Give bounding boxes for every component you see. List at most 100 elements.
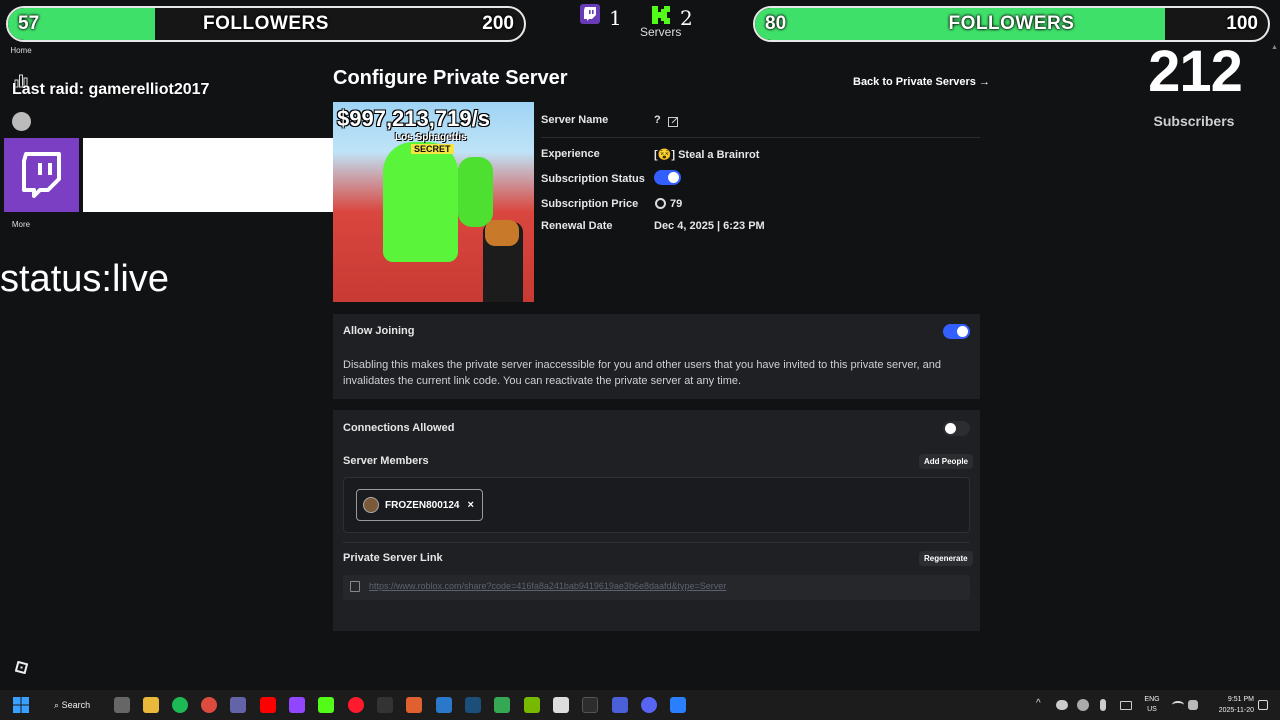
followers-goal: 100: [1226, 13, 1258, 34]
private-server-link-text[interactable]: https://www.roblox.com/share?code=416fa8…: [369, 581, 726, 591]
followers-goal-left: FOLLOWERS 57 200: [6, 6, 526, 42]
app-icon[interactable]: [377, 697, 393, 713]
followers-label: FOLLOWERS: [948, 13, 1075, 34]
brainrot-figure: [383, 142, 458, 262]
drive-icon[interactable]: [494, 697, 510, 713]
editor-icon[interactable]: [436, 697, 452, 713]
followers-current: 57: [18, 13, 40, 34]
subscription-price-value: 79: [670, 198, 683, 210]
subscription-status-toggle[interactable]: [654, 170, 681, 185]
member-chip: FROZEN800124 ×: [356, 489, 483, 521]
experience-label: Experience: [541, 148, 600, 160]
sidebar-item-home[interactable]: Home: [0, 46, 42, 55]
network-icon[interactable]: [1188, 700, 1198, 710]
experience-value[interactable]: [😵] Steal a Brainrot: [654, 148, 759, 161]
subscription-price-label: Subscription Price: [541, 198, 639, 210]
subscribers-label: Subscribers: [1153, 113, 1235, 129]
divider: [541, 137, 980, 138]
spotify-icon[interactable]: [172, 697, 188, 713]
experience-thumbnail[interactable]: $997,213,719/s Los Sphagettis SECRET: [333, 102, 534, 302]
allow-joining-description: Disabling this makes the private server …: [343, 359, 941, 387]
connections-allowed-toggle[interactable]: [943, 421, 970, 436]
steam-icon[interactable]: [465, 697, 481, 713]
onedrive-icon[interactable]: [1056, 700, 1068, 710]
notification-icon[interactable]: [1258, 700, 1268, 710]
windows-start-icon[interactable]: [13, 697, 29, 713]
add-people-button[interactable]: Add People: [919, 454, 974, 469]
server-name-label: Server Name: [541, 114, 609, 126]
last-raid-text: Last raid: gamerelliot2017: [12, 81, 210, 98]
task-view-icon[interactable]: [114, 697, 130, 713]
scroll-up-arrow[interactable]: ▲: [1271, 44, 1278, 51]
terminal-icon[interactable]: [582, 697, 598, 713]
roblox-studio-icon[interactable]: [670, 697, 686, 713]
edit-icon[interactable]: [668, 114, 679, 127]
back-to-private-servers-link[interactable]: Back to Private Servers →: [853, 76, 990, 88]
tray-chevron-icon[interactable]: ^: [1036, 698, 1041, 709]
divider: [343, 542, 970, 543]
file-explorer-icon[interactable]: [143, 697, 159, 713]
server-name-value: ?: [654, 114, 661, 126]
opera-icon[interactable]: [348, 697, 364, 713]
twitch-taskbar-icon[interactable]: [289, 697, 305, 713]
renewal-date-label: Renewal Date: [541, 220, 613, 232]
player-head: [485, 220, 519, 246]
clock-date: 2025-11-20: [1218, 707, 1254, 714]
avatar-icon[interactable]: [12, 112, 31, 131]
members-list: FROZEN800124 ×: [343, 477, 970, 533]
sidebar-more-label: More: [11, 220, 31, 229]
thumbnail-rarity-text: SECRET: [411, 144, 454, 154]
vpn-icon[interactable]: [612, 697, 628, 713]
roblox-icon[interactable]: [14, 660, 29, 675]
clock[interactable]: 9:51 PM 2025-11-20: [1204, 694, 1254, 716]
language-indicator[interactable]: ENG US: [1142, 695, 1162, 715]
twitch-small-icon: [580, 4, 600, 24]
followers-goal: 200: [482, 13, 514, 34]
member-name: FROZEN800124: [385, 499, 460, 511]
youtube-icon[interactable]: [260, 697, 276, 713]
private-server-link-label: Private Server Link: [343, 552, 443, 564]
subscription-status-label: Subscription Status: [541, 173, 645, 185]
server-members-label: Server Members: [343, 455, 429, 467]
followers-goal-right: FOLLOWERS 80 100: [753, 6, 1270, 42]
wifi-icon[interactable]: [1172, 701, 1184, 709]
sidebar-item-more[interactable]: More: [0, 220, 42, 229]
search-icon: ⌕: [54, 700, 60, 710]
language-bottom: US: [1147, 706, 1157, 713]
allow-joining-label: Allow Joining: [343, 325, 415, 337]
remove-member-icon[interactable]: ×: [467, 499, 473, 511]
chat-overlay-box: [83, 138, 353, 212]
copy-icon[interactable]: [350, 581, 360, 592]
kick-count: 2: [680, 6, 693, 30]
nvidia-icon[interactable]: [524, 697, 540, 713]
twitch-logo: [4, 138, 79, 212]
regenerate-button[interactable]: Regenerate: [919, 551, 973, 566]
microphone-icon[interactable]: [1100, 699, 1106, 711]
thumbnail-price-text: $997,213,719/s: [337, 106, 490, 131]
steam-tray-icon[interactable]: [1077, 699, 1089, 711]
servers-label: Servers: [640, 25, 682, 39]
search-label: Search: [61, 700, 91, 710]
connections-allowed-label: Connections Allowed: [343, 422, 455, 434]
teams-icon[interactable]: [230, 697, 246, 713]
roblox-taskbar-icon[interactable]: [553, 697, 569, 713]
page-title: Configure Private Server: [333, 67, 568, 89]
private-server-link-field[interactable]: https://www.roblox.com/share?code=416fa8…: [343, 575, 970, 600]
taskbar-search[interactable]: ⌕ Search: [44, 696, 106, 714]
robux-icon: [655, 198, 666, 209]
allow-joining-toggle[interactable]: [943, 324, 970, 339]
taskbar: ⌕ Search ^ ENG US 9:51 PM 2025-11-20: [0, 690, 1280, 720]
member-avatar: [363, 497, 379, 513]
thumbnail-name-text: Los Sphagettis: [395, 132, 467, 143]
chrome-icon[interactable]: [201, 697, 217, 713]
kick-taskbar-icon[interactable]: [318, 697, 334, 713]
discord-icon[interactable]: [641, 697, 657, 713]
status-text: status:live: [0, 258, 169, 300]
kick-small-icon: [650, 4, 672, 26]
keyboard-icon[interactable]: [1120, 701, 1132, 710]
language-top: ENG: [1144, 696, 1160, 703]
followers-current: 80: [765, 13, 787, 34]
followers-label: FOLLOWERS: [203, 13, 329, 34]
renewal-date-value: Dec 4, 2025 | 6:23 PM: [654, 220, 765, 232]
paint-icon[interactable]: [406, 697, 422, 713]
